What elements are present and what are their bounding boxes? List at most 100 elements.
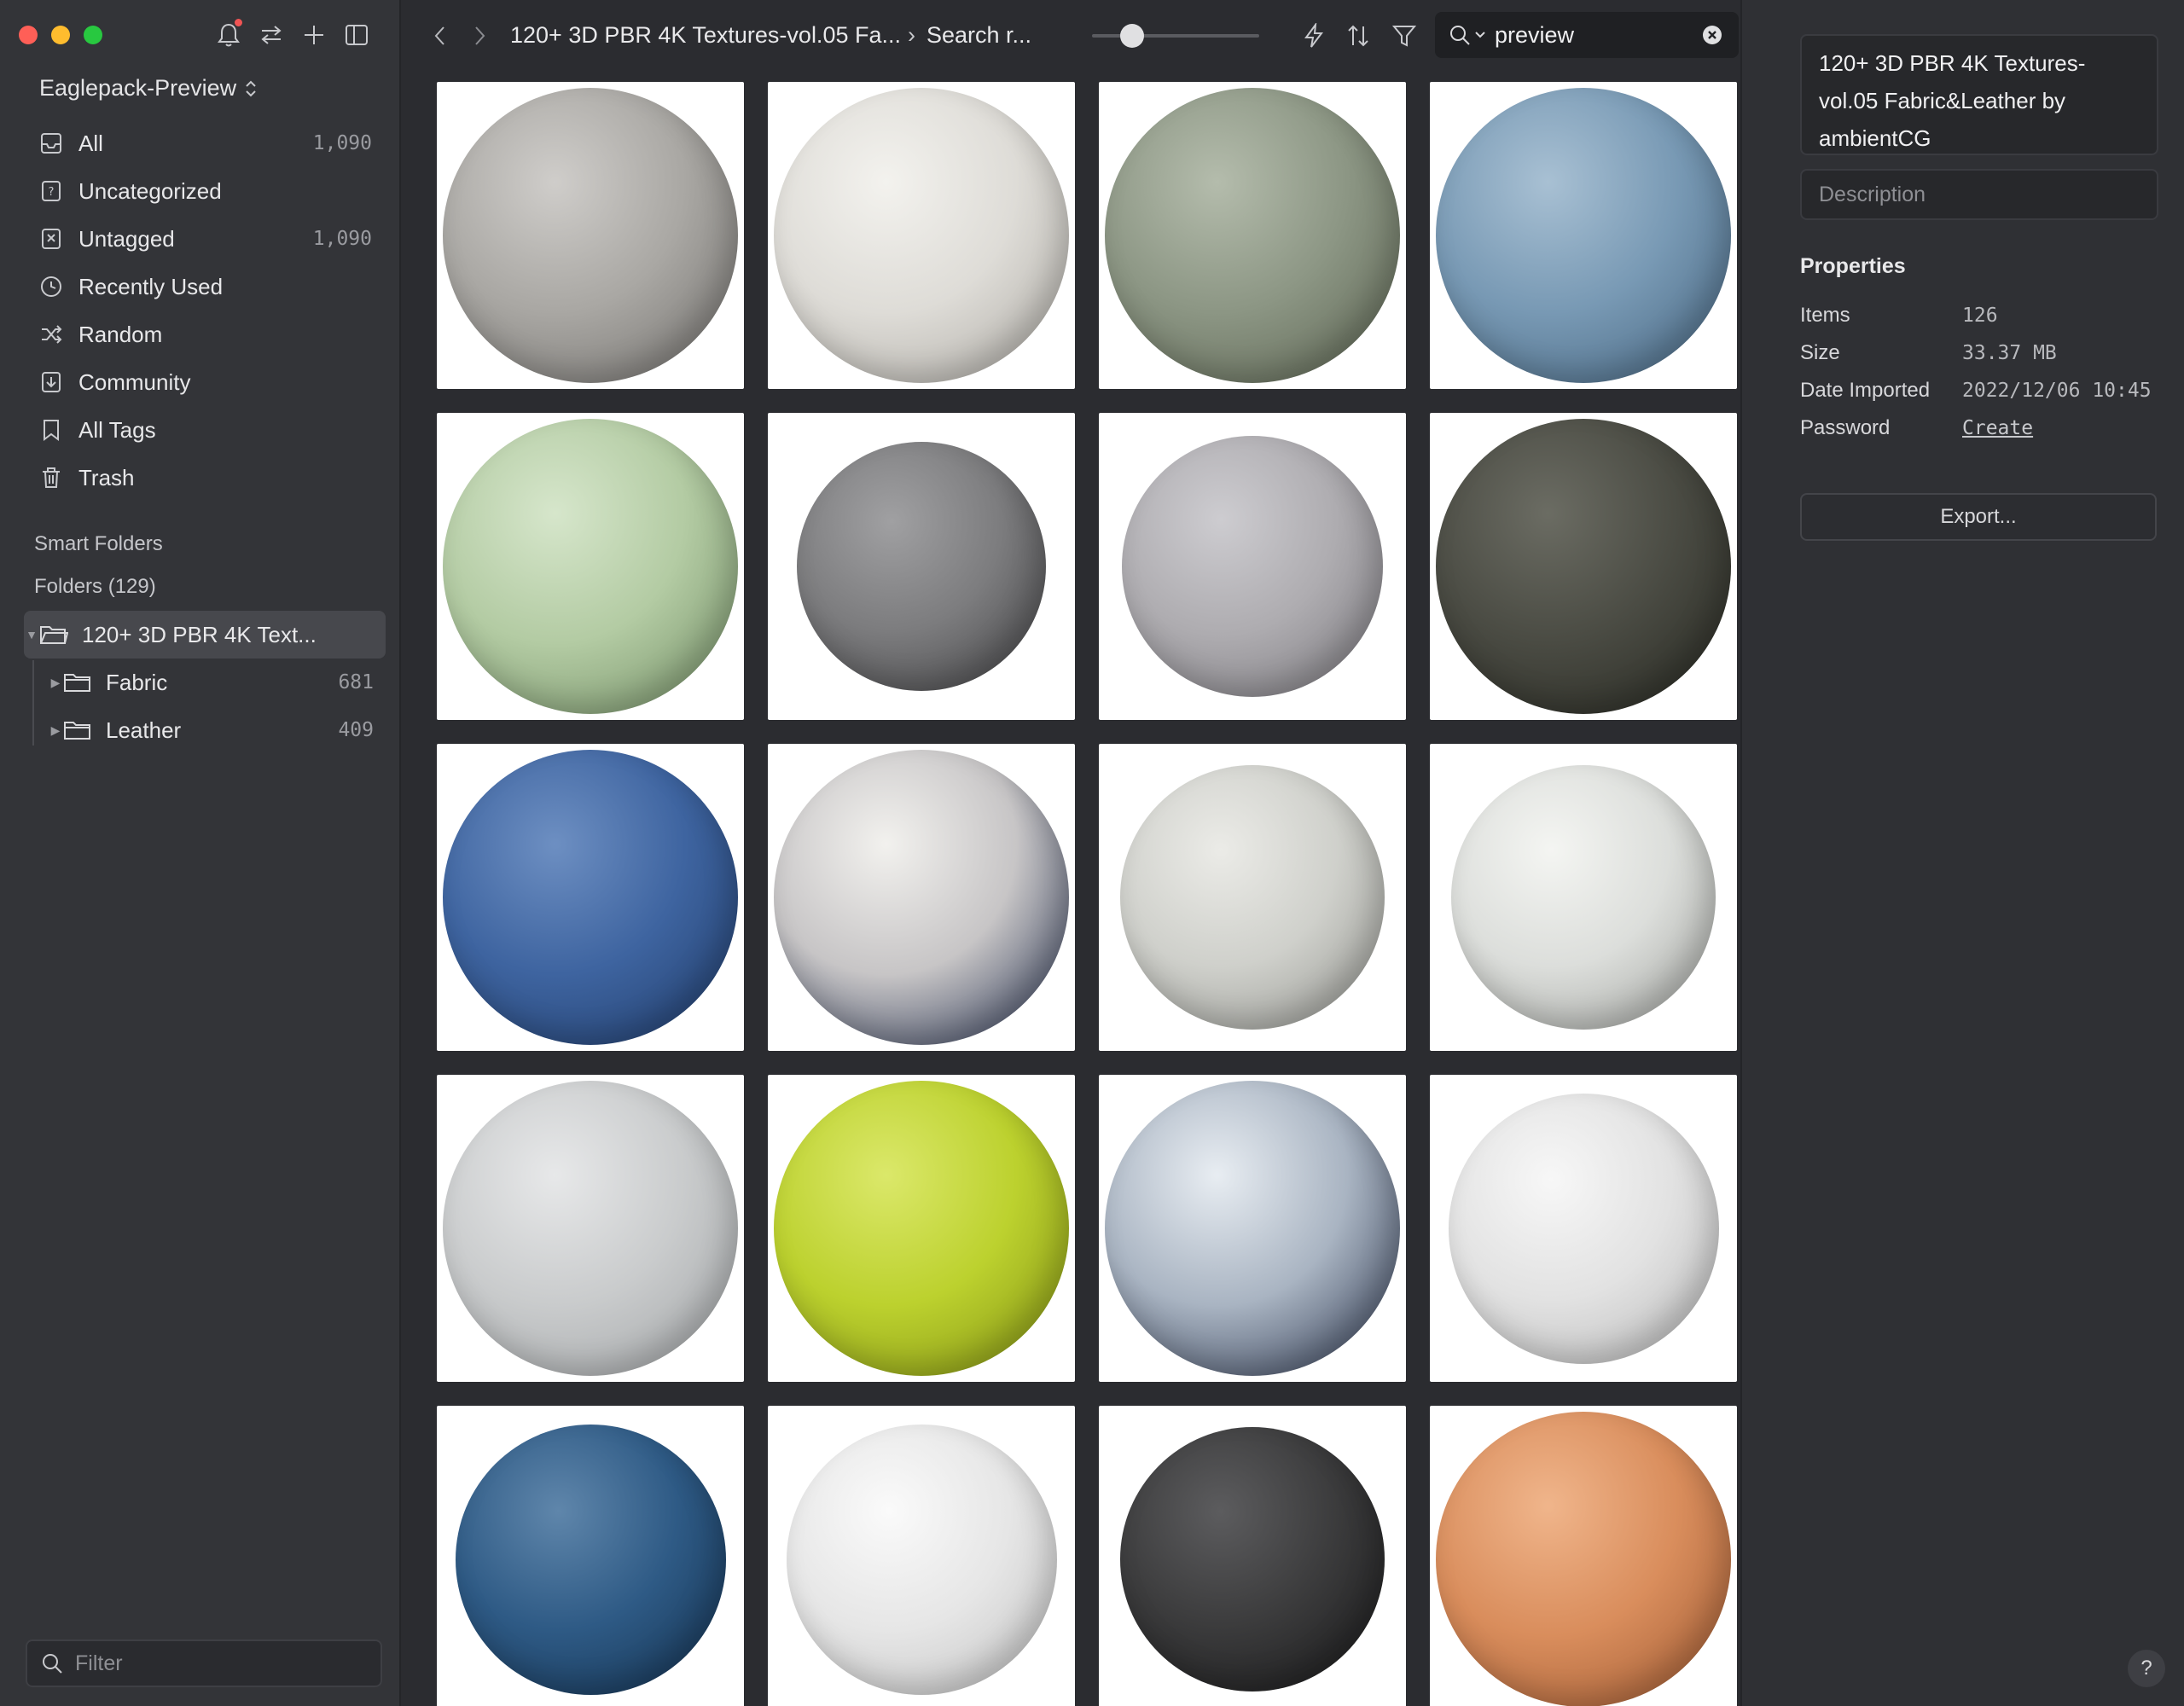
- breadcrumb-search[interactable]: Search r...: [926, 22, 1031, 49]
- sync-arrows-icon[interactable]: [256, 15, 287, 55]
- thumbnail-card[interactable]: [1430, 413, 1737, 720]
- sidebar-item-recently-used[interactable]: Recently Used: [26, 263, 384, 310]
- library-switcher[interactable]: Eaglepack-Preview: [39, 75, 257, 102]
- inspector-panel: 120+ 3D PBR 4K Textures-vol.05 Fabric&Le…: [1740, 0, 2184, 1706]
- folder-item-selected[interactable]: ▼ 120+ 3D PBR 4K Text...: [24, 611, 386, 659]
- thumbnail-card[interactable]: [1430, 82, 1737, 389]
- folder-icon: [63, 717, 96, 744]
- thumbnail-card[interactable]: [437, 82, 744, 389]
- smart-folders-heading[interactable]: Smart Folders: [34, 532, 163, 556]
- prop-key: Password: [1800, 416, 1891, 439]
- sidebar-item-trash[interactable]: Trash: [26, 454, 384, 502]
- prop-size: Size 33.37 MB: [1800, 336, 2175, 370]
- lightning-icon[interactable]: [1297, 19, 1331, 53]
- prop-key: Size: [1800, 341, 1840, 364]
- sidebar-item-label: Uncategorized: [78, 177, 222, 204]
- zoom-window-button[interactable]: [84, 26, 102, 44]
- back-button[interactable]: [423, 19, 457, 53]
- folder-item-leather[interactable]: ▶ Leather 409: [24, 706, 386, 754]
- zoom-slider-knob[interactable]: [1120, 24, 1145, 48]
- app-window: Eaglepack-Preview All 1,090 ? Uncategori…: [0, 0, 2184, 1706]
- folder-item-fabric[interactable]: ▶ Fabric 681: [24, 659, 386, 706]
- thumbnail-card[interactable]: [1099, 82, 1406, 389]
- prop-password: Password Create: [1800, 411, 2175, 445]
- clear-search-icon[interactable]: [1701, 24, 1723, 46]
- material-sphere-preview: [1436, 88, 1731, 383]
- material-sphere-preview: [774, 750, 1069, 1045]
- breadcrumb-folder[interactable]: 120+ 3D PBR 4K Textures-vol.05 Fa...: [510, 22, 901, 49]
- thumbnail-card[interactable]: [1099, 413, 1406, 720]
- folder-label: 120+ 3D PBR 4K Text...: [82, 621, 317, 647]
- material-sphere-preview: [774, 88, 1069, 383]
- material-sphere-preview: [1449, 1094, 1719, 1364]
- thumbnail-card[interactable]: [1430, 1075, 1737, 1382]
- search-input[interactable]: preview: [1495, 22, 1701, 49]
- sidebar-item-label: Random: [78, 321, 163, 347]
- sidebar-item-all-tags[interactable]: All Tags: [26, 406, 384, 454]
- chevron-down-icon[interactable]: [1474, 31, 1486, 39]
- sidebar-item-random[interactable]: Random: [26, 310, 384, 358]
- sidebar: Eaglepack-Preview All 1,090 ? Uncategori…: [0, 0, 401, 1706]
- properties-heading: Properties: [1800, 254, 1906, 278]
- folders-heading[interactable]: Folders (129): [34, 575, 156, 599]
- tree-guide-line: [32, 660, 34, 746]
- sidebar-item-label: All Tags: [78, 416, 156, 443]
- sidebar-item-label: Recently Used: [78, 273, 224, 299]
- sidebar-toggle-icon[interactable]: [341, 15, 372, 55]
- material-sphere-preview: [1105, 88, 1400, 383]
- filter-box[interactable]: [26, 1639, 382, 1687]
- thumbnail-card[interactable]: [768, 1075, 1075, 1382]
- thumbnail-card[interactable]: [437, 1075, 744, 1382]
- sidebar-nav: All 1,090 ? Uncategorized Untagged 1,090…: [26, 119, 384, 502]
- chevron-right-icon: [475, 26, 485, 45]
- thumbnail-card[interactable]: [1099, 1406, 1406, 1706]
- sidebar-item-untagged[interactable]: Untagged 1,090: [26, 215, 384, 263]
- folder-count: 681: [338, 671, 374, 693]
- create-password-link[interactable]: Create: [1962, 417, 2033, 439]
- bell-icon[interactable]: [213, 15, 244, 55]
- thumbnail-card[interactable]: [437, 744, 744, 1051]
- prop-value: 2022/12/06 10:45: [1962, 380, 2152, 402]
- search-field[interactable]: preview: [1435, 12, 1739, 58]
- filter-funnel-icon[interactable]: [1387, 19, 1421, 53]
- material-sphere-preview: [1105, 1081, 1400, 1376]
- inbox-icon: [38, 130, 65, 157]
- prop-key: Items: [1800, 304, 1850, 327]
- main-toolbar: 120+ 3D PBR 4K Textures-vol.05 Fa... › S…: [403, 0, 1739, 72]
- thumbnail-card[interactable]: [1099, 744, 1406, 1051]
- add-icon[interactable]: [299, 15, 329, 55]
- thumbnail-card[interactable]: [768, 413, 1075, 720]
- forward-button[interactable]: [462, 19, 497, 53]
- close-window-button[interactable]: [19, 26, 38, 44]
- sidebar-item-community[interactable]: Community: [26, 358, 384, 406]
- folder-label: Fabric: [106, 669, 168, 695]
- description-field[interactable]: [1800, 169, 2158, 220]
- notification-badge: [235, 19, 242, 26]
- material-sphere-preview: [443, 88, 738, 383]
- folder-title-field[interactable]: 120+ 3D PBR 4K Textures-vol.05 Fabric&Le…: [1800, 34, 2158, 155]
- thumbnail-card[interactable]: [768, 82, 1075, 389]
- prop-key: Date Imported: [1800, 379, 1931, 402]
- help-button[interactable]: ?: [2128, 1650, 2165, 1687]
- thumbnail-card[interactable]: [1099, 1075, 1406, 1382]
- caret-right-icon[interactable]: ▶: [48, 723, 63, 738]
- thumbnail-card[interactable]: [768, 744, 1075, 1051]
- thumbnail-card[interactable]: [768, 1406, 1075, 1706]
- thumbnail-card[interactable]: [1430, 744, 1737, 1051]
- material-sphere-preview: [1120, 765, 1385, 1030]
- export-button[interactable]: Export...: [1800, 493, 2157, 541]
- prop-value: 33.37 MB: [1962, 342, 2057, 364]
- sidebar-item-all[interactable]: All 1,090: [26, 119, 384, 167]
- filter-input[interactable]: [75, 1651, 365, 1676]
- caret-right-icon[interactable]: ▶: [48, 676, 63, 690]
- sidebar-item-label: Trash: [78, 464, 135, 490]
- sort-icon[interactable]: [1341, 19, 1375, 53]
- minimize-window-button[interactable]: [51, 26, 70, 44]
- sidebar-item-uncategorized[interactable]: ? Uncategorized: [26, 167, 384, 215]
- thumbnail-card[interactable]: [1430, 1406, 1737, 1706]
- untagged-icon: [38, 225, 65, 252]
- description-input[interactable]: [1819, 182, 2143, 207]
- thumbnail-card[interactable]: [437, 1406, 744, 1706]
- caret-down-icon[interactable]: ▼: [24, 628, 39, 641]
- thumbnail-card[interactable]: [437, 413, 744, 720]
